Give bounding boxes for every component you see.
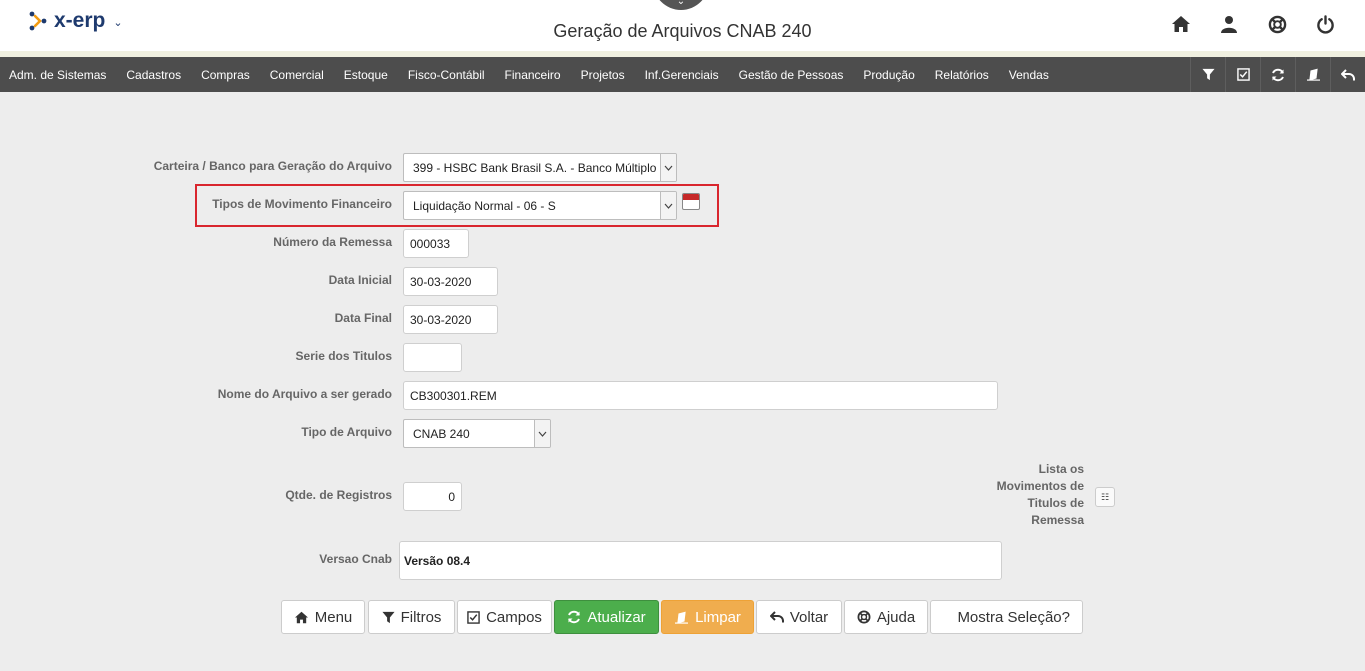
chevron-down-icon[interactable] (660, 154, 676, 181)
undo-icon (769, 611, 784, 623)
home-icon[interactable] (1169, 12, 1193, 36)
filter-icon (382, 611, 395, 623)
page-title: Geração de Arquivos CNAB 240 (553, 21, 812, 41)
mostra-selecao-label: Mostra Seleção? (957, 608, 1070, 626)
ajuda-button[interactable]: Ajuda (844, 600, 928, 634)
checkbox-icon (467, 610, 480, 624)
checkbox-icon[interactable] (1225, 57, 1260, 92)
lista-movimentos-label: Lista os Movimentos de Titulos de Remess… (996, 462, 1084, 527)
numero-remessa-input[interactable]: 000033 (403, 229, 469, 258)
menu-item-vendas[interactable]: Vendas (1009, 68, 1049, 82)
filter-icon[interactable] (1190, 57, 1225, 92)
filtros-button[interactable]: Filtros (368, 600, 455, 634)
home-icon (294, 611, 308, 623)
user-icon[interactable] (1217, 12, 1241, 36)
menu-item-gestao-pessoas[interactable]: Gestão de Pessoas (739, 68, 844, 82)
chevron-down-icon: ⌄ (676, 0, 686, 7)
menu-item-inf-gerenciais[interactable]: Inf.Gerenciais (645, 68, 719, 82)
data-inicial-input[interactable]: 30-03-2020 (403, 267, 498, 296)
menu-item-compras[interactable]: Compras (201, 68, 250, 82)
main-menubar: Adm. de Sistemas Cadastros Compras Comer… (0, 57, 1365, 92)
tipo-arquivo-select[interactable]: CNAB 240 (403, 419, 551, 448)
menu-item-financeiro[interactable]: Financeiro (505, 68, 561, 82)
refresh-icon (568, 610, 581, 624)
tipo-arquivo-selected-value: CNAB 240 (413, 426, 470, 441)
serie-input[interactable] (403, 343, 462, 372)
menu-button-label: Menu (314, 608, 353, 626)
lifebuoy-icon[interactable] (1265, 12, 1289, 36)
menu-item-cadastros[interactable]: Cadastros (126, 68, 181, 82)
eraser-icon[interactable] (1295, 57, 1330, 92)
ajuda-button-label: Ajuda (876, 608, 916, 626)
lifebuoy-icon (857, 610, 871, 624)
atualizar-button[interactable]: Atualizar (554, 600, 659, 634)
carteira-label: Carteira / Banco para Geração do Arquivo (153, 159, 392, 173)
nome-arquivo-label: Nome do Arquivo a ser gerado (217, 387, 392, 401)
filtros-button-label: Filtros (400, 608, 442, 626)
power-icon[interactable] (1313, 12, 1337, 36)
undo-icon[interactable] (1330, 57, 1365, 92)
limpar-button-label: Limpar (695, 608, 741, 626)
carteira-selected-value: 399 - HSBC Bank Brasil S.A. - Banco Múlt… (413, 160, 657, 175)
serie-label: Serie dos Titulos (295, 349, 392, 363)
atualizar-button-label: Atualizar (587, 608, 646, 626)
app-header: x-erp ⌄ ⌄ Geração de Arquivos CNAB 240 (0, 0, 1365, 51)
qtde-registros-input[interactable]: 0 (403, 482, 462, 511)
collapse-toggle[interactable]: ⌄ (653, 0, 709, 10)
numero-remessa-label: Número da Remessa (273, 235, 392, 249)
refresh-icon[interactable] (1260, 57, 1295, 92)
limpar-button[interactable]: Limpar (661, 600, 754, 634)
data-final-label: Data Final (334, 311, 392, 325)
menu-item-adm-sistemas[interactable]: Adm. de Sistemas (9, 68, 106, 82)
data-inicial-label: Data Inicial (328, 273, 392, 287)
eraser-icon (675, 611, 689, 624)
tipos-select[interactable]: Liquidação Normal - 06 - S (403, 191, 677, 220)
menu-item-comercial[interactable]: Comercial (270, 68, 324, 82)
voltar-button-label: Voltar (789, 608, 829, 626)
menu-item-fisco-contabil[interactable]: Fisco-Contábil (408, 68, 485, 82)
carteira-select[interactable]: 399 - HSBC Bank Brasil S.A. - Banco Múlt… (403, 153, 677, 182)
mostra-selecao-button[interactable]: Mostra Seleção? (930, 600, 1083, 634)
lista-movimentos-button[interactable]: ☷ (1095, 487, 1115, 507)
tipos-label: Tipos de Movimento Financeiro (212, 197, 392, 211)
chevron-down-icon[interactable] (660, 192, 676, 219)
calendar-icon[interactable] (682, 193, 700, 210)
tipos-selected-value: Liquidação Normal - 06 - S (413, 198, 556, 213)
campos-button[interactable]: Campos (457, 600, 552, 634)
versao-cnab-label: Versao Cnab (319, 552, 392, 566)
tipo-arquivo-label: Tipo de Arquivo (301, 425, 392, 439)
voltar-button[interactable]: Voltar (756, 600, 842, 634)
menu-item-relatorios[interactable]: Relatórios (935, 68, 989, 82)
data-final-input[interactable]: 30-03-2020 (403, 305, 498, 334)
versao-cnab-field[interactable]: Versão 08.4 (399, 541, 1002, 580)
menu-item-projetos[interactable]: Projetos (581, 68, 625, 82)
menu-item-producao[interactable]: Produção (863, 68, 914, 82)
chevron-down-icon[interactable] (534, 420, 550, 447)
menu-button[interactable]: Menu (281, 600, 365, 634)
menu-item-estoque[interactable]: Estoque (344, 68, 388, 82)
campos-button-label: Campos (486, 608, 542, 626)
nome-arquivo-input[interactable]: CB300301.REM (403, 381, 998, 410)
qtde-registros-label: Qtde. de Registros (285, 488, 392, 502)
